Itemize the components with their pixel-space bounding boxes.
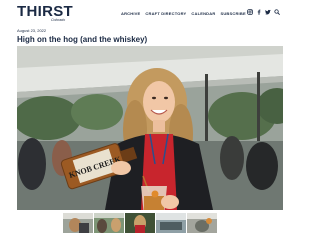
hero-image: KNOB CREEK	[17, 46, 283, 210]
gallery-thumbnail[interactable]	[187, 213, 217, 233]
site-header: THIRST Colorado ARCHIVE CRAFT DIRECTORY …	[17, 4, 283, 24]
instagram-icon[interactable]	[247, 9, 253, 15]
gallery-thumbnail[interactable]	[63, 213, 93, 233]
logo-subtitle: Colorado	[51, 18, 66, 22]
gallery-thumbnail[interactable]	[125, 213, 155, 233]
main-nav: ARCHIVE CRAFT DIRECTORY CALENDAR SUBSCRI…	[121, 11, 246, 16]
gallery-thumbnail[interactable]	[94, 213, 124, 233]
twitter-icon[interactable]	[265, 9, 271, 15]
nav-subscribe[interactable]: SUBSCRIBE	[220, 11, 245, 16]
article-date: August 23, 2022	[17, 28, 47, 33]
search-icon[interactable]	[274, 9, 280, 15]
logo-text: THIRST	[17, 3, 73, 20]
gallery-thumbnails	[63, 213, 217, 233]
article-title: High on the hog (and the whiskey)	[17, 35, 148, 44]
facebook-icon[interactable]	[256, 9, 262, 15]
nav-calendar[interactable]: CALENDAR	[191, 11, 215, 16]
nav-craft-directory[interactable]: CRAFT DIRECTORY	[145, 11, 186, 16]
social-links	[247, 9, 280, 15]
gallery-thumbnail[interactable]	[156, 213, 186, 233]
site-logo[interactable]: THIRST Colorado	[17, 3, 73, 22]
nav-archive[interactable]: ARCHIVE	[121, 11, 140, 16]
